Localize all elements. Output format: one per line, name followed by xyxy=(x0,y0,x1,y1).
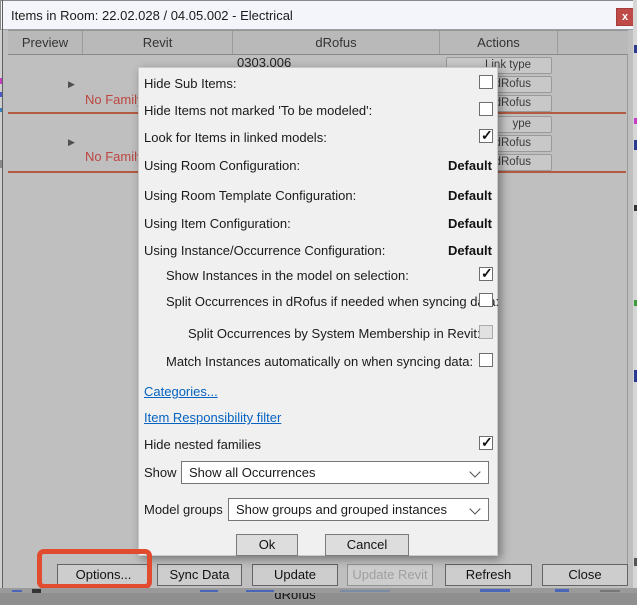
items-in-room-dialog: Items in Room: 22.02.028 / 04.05.002 - E… xyxy=(0,0,637,593)
split-by-system-checkbox xyxy=(479,325,493,339)
highlight-annotation xyxy=(37,549,152,589)
item-responsibility-filter-link[interactable]: Item Responsibility filter xyxy=(144,410,281,425)
sync-data-button[interactable]: Sync Data xyxy=(157,564,242,586)
split-occurrences-checkbox[interactable] xyxy=(479,293,493,307)
model-groups-label: Model groups xyxy=(144,502,223,517)
room-template-config-label: Using Room Template Configuration: xyxy=(144,188,356,203)
hide-nested-families-label: Hide nested families xyxy=(144,437,261,452)
show-dropdown[interactable]: Show all Occurrences xyxy=(181,461,489,484)
room-config-value: Default xyxy=(448,158,492,173)
split-occurrences-label: Split Occurrences in dRofus if needed wh… xyxy=(166,294,499,309)
show-dropdown-value: Show all Occurrences xyxy=(189,465,315,480)
update-drofus-button[interactable]: Update dRofus xyxy=(252,564,338,586)
no-family-status: No Family xyxy=(85,149,144,164)
model-groups-dropdown-value: Show groups and grouped instances xyxy=(236,502,447,517)
show-instances-label: Show Instances in the model on selection… xyxy=(166,268,409,283)
dialog-left-border xyxy=(2,0,3,588)
hide-not-modeled-checkbox[interactable] xyxy=(479,102,493,116)
match-instances-checkbox[interactable] xyxy=(479,353,493,367)
column-header-empty xyxy=(558,31,628,54)
item-config-label: Using Item Configuration: xyxy=(144,216,291,231)
hide-sub-items-label: Hide Sub Items: xyxy=(144,76,237,91)
hide-not-modeled-label: Hide Items not marked 'To be modeled': xyxy=(144,103,372,118)
chevron-down-icon xyxy=(469,503,480,514)
row-expand-icon[interactable]: ▶ xyxy=(68,79,75,90)
item-config-value: Default xyxy=(448,216,492,231)
items-table-header: Preview Revit dRofus Actions xyxy=(8,30,628,55)
instance-config-label: Using Instance/Occurrence Configuration: xyxy=(144,243,385,258)
options-popup: Hide Sub Items: Hide Items not marked 'T… xyxy=(138,67,498,556)
close-icon[interactable]: x xyxy=(616,8,634,26)
row-expand-icon[interactable]: ▶ xyxy=(68,137,75,148)
model-groups-dropdown[interactable]: Show groups and grouped instances xyxy=(228,498,489,521)
dialog-title: Items in Room: 22.02.028 / 04.05.002 - E… xyxy=(11,8,293,23)
screen-edge-artifacts-right xyxy=(633,0,637,593)
column-header-revit[interactable]: Revit xyxy=(83,31,233,54)
room-template-config-value: Default xyxy=(448,188,492,203)
title-bar: Items in Room: 22.02.028 / 04.05.002 - E… xyxy=(0,0,633,30)
screen-edge-artifacts-bottom xyxy=(0,588,637,593)
show-instances-checkbox[interactable] xyxy=(479,267,493,281)
cancel-button[interactable]: Cancel xyxy=(325,534,409,556)
look-linked-models-checkbox[interactable] xyxy=(479,129,493,143)
chevron-down-icon xyxy=(469,466,480,477)
split-by-system-label: Split Occurrences by System Membership i… xyxy=(188,326,481,341)
close-button[interactable]: Close xyxy=(542,564,628,586)
column-header-preview[interactable]: Preview xyxy=(8,31,83,54)
column-header-actions[interactable]: Actions xyxy=(440,31,558,54)
room-config-label: Using Room Configuration: xyxy=(144,158,300,173)
categories-link[interactable]: Categories... xyxy=(144,384,218,399)
hide-nested-families-checkbox[interactable] xyxy=(479,436,493,450)
hide-sub-items-checkbox[interactable] xyxy=(479,75,493,89)
refresh-button[interactable]: Refresh xyxy=(445,564,532,586)
match-instances-label: Match Instances automatically on when sy… xyxy=(166,354,473,369)
update-revit-button: Update Revit xyxy=(347,564,433,586)
look-linked-models-label: Look for Items in linked models: xyxy=(144,130,327,145)
show-label: Show xyxy=(144,465,177,480)
ok-button[interactable]: Ok xyxy=(236,534,298,556)
no-family-status: No Family xyxy=(85,92,144,107)
instance-config-value: Default xyxy=(448,243,492,258)
column-header-drofus[interactable]: dRofus xyxy=(233,31,440,54)
screen-edge-artifacts-left xyxy=(0,30,2,588)
